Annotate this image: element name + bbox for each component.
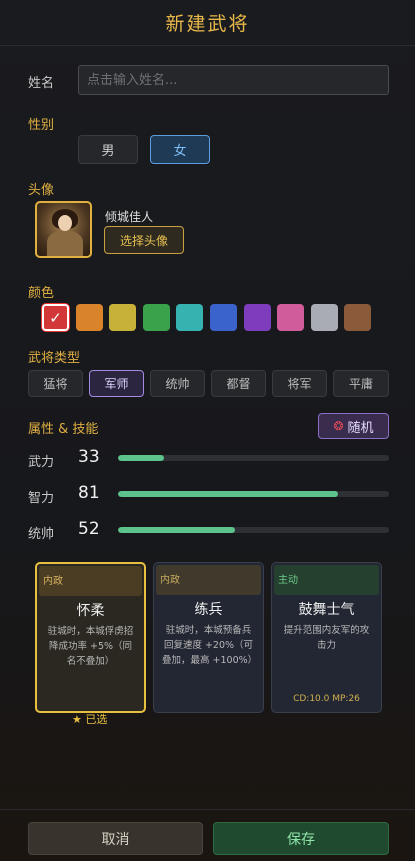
- gender-female-button[interactable]: 女: [150, 135, 210, 164]
- skill-name: 怀柔: [76, 603, 105, 619]
- skill-desc: 驻城时，本城俘虏招降成功率 +5%（同名不叠加）: [47, 626, 134, 667]
- name-label: 姓名: [28, 76, 55, 91]
- skill-desc: 提升范围内友军的攻击力: [283, 625, 370, 651]
- attributes-label: 属性 & 技能: [28, 422, 99, 437]
- color-swatch[interactable]: [142, 304, 170, 331]
- stat-bar: [118, 527, 389, 533]
- type-option-tongshuai[interactable]: 统帅: [150, 370, 205, 397]
- random-button[interactable]: ❂ 随机: [318, 413, 389, 439]
- skill-cooldown: CD:10.0 MP:26: [293, 694, 360, 704]
- selected-indicator: ★ 已选: [72, 713, 108, 726]
- dice-icon: ❂: [333, 419, 344, 433]
- random-label: 随机: [347, 420, 374, 436]
- color-swatch[interactable]: [344, 304, 372, 331]
- stat-bar: [118, 491, 389, 497]
- type-option-pingyong[interactable]: 平庸: [333, 370, 389, 397]
- avatar-caption: 倾城佳人: [105, 210, 154, 224]
- skill-desc: 驻城时，本城预备兵回复速度 +20%（可叠加，最高 +100%）: [162, 625, 258, 666]
- stat-value: 81: [78, 483, 100, 503]
- skill-name: 练兵: [194, 602, 223, 618]
- skill-card[interactable]: 内政 怀柔 驻城时，本城俘虏招降成功率 +5%（同名不叠加）: [35, 562, 146, 713]
- name-input[interactable]: [78, 65, 389, 95]
- skill-tag: 内政: [39, 566, 142, 596]
- color-swatch[interactable]: [210, 304, 237, 331]
- color-swatch[interactable]: [109, 304, 137, 331]
- gender-male-button[interactable]: 男: [78, 135, 138, 164]
- stat-bar-fill: [118, 527, 235, 533]
- header: 新建武将: [0, 0, 415, 46]
- stat-value: 33: [78, 447, 100, 467]
- choose-avatar-button[interactable]: 选择头像: [104, 226, 184, 254]
- type-label: 武将类型: [28, 351, 81, 366]
- type-option-junshi[interactable]: 军师: [89, 370, 144, 397]
- stat-bar-fill: [118, 455, 165, 461]
- avatar-label: 头像: [28, 183, 55, 198]
- type-option-jiangjun[interactable]: 将军: [272, 370, 327, 397]
- color-swatch[interactable]: [277, 304, 305, 331]
- check-icon: ✓: [49, 308, 62, 327]
- stat-bar: [118, 455, 389, 461]
- color-swatch[interactable]: [75, 304, 103, 331]
- stat-name: 智力: [28, 491, 55, 506]
- stat-bar-fill: [118, 491, 338, 497]
- skill-card[interactable]: 内政 练兵 驻城时，本城预备兵回复速度 +20%（可叠加，最高 +100%）: [153, 562, 264, 713]
- color-label: 颜色: [28, 286, 55, 301]
- stat-name: 统帅: [28, 527, 55, 542]
- color-swatch[interactable]: [243, 304, 271, 331]
- page-title: 新建武将: [165, 13, 250, 35]
- skill-name: 鼓舞士气: [298, 602, 355, 618]
- type-option-mengjiang[interactable]: 猛将: [28, 370, 83, 397]
- stat-value: 52: [78, 519, 100, 539]
- cancel-button[interactable]: 取消: [28, 822, 203, 855]
- avatar-face: [58, 215, 72, 231]
- skill-tag: 内政: [156, 565, 261, 595]
- color-swatch[interactable]: [310, 304, 338, 331]
- skill-tag: 主动: [274, 565, 379, 595]
- avatar-robe: [47, 231, 83, 256]
- gender-label: 性别: [28, 118, 55, 133]
- skill-card[interactable]: 主动 鼓舞士气 提升范围内友军的攻击力 CD:10.0 MP:26: [271, 562, 382, 713]
- color-swatch[interactable]: ✓: [42, 304, 69, 331]
- avatar[interactable]: [35, 201, 92, 258]
- color-swatch[interactable]: [176, 304, 204, 331]
- save-button[interactable]: 保存: [213, 822, 389, 855]
- stat-name: 武力: [28, 455, 55, 470]
- type-option-dudu[interactable]: 都督: [211, 370, 266, 397]
